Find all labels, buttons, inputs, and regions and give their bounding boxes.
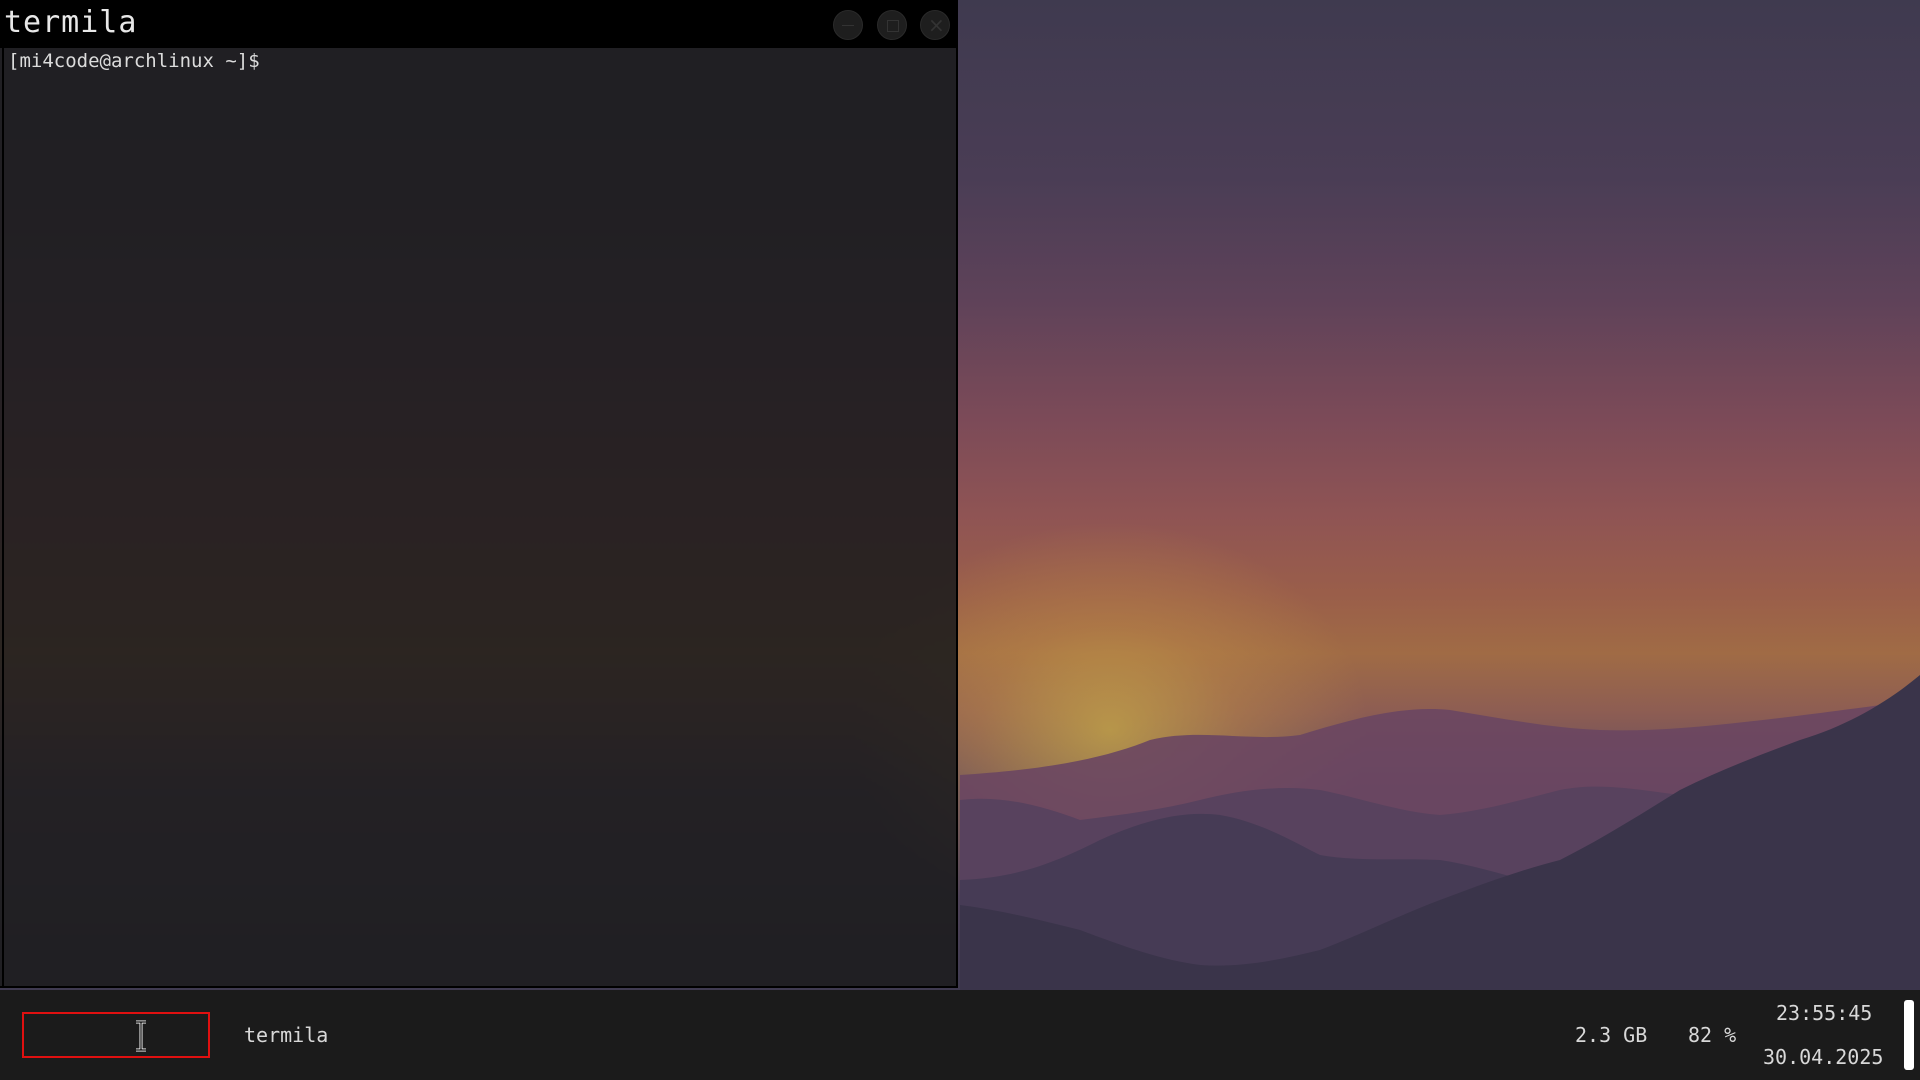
panel-edge-indicator[interactable] (1904, 1000, 1914, 1070)
battery-level: 82 % (1688, 1023, 1737, 1047)
minimize-icon[interactable] (833, 10, 863, 40)
close-icon[interactable] (920, 10, 950, 40)
terminal-output[interactable]: [mi4code@archlinux ~]$ (2, 48, 956, 986)
memory-usage: 2.3 GB (1575, 1023, 1648, 1047)
window-titlebar[interactable]: termila (0, 0, 958, 48)
terminal-window[interactable]: termila [mi4code@archlinux ~]$ (0, 0, 958, 988)
taskbar-item-termila[interactable]: termila (244, 1022, 328, 1048)
shell-prompt: [mi4code@archlinux ~]$ (8, 50, 260, 72)
taskbar: termila 2.3 GB 82 % 23:55:45 30.04.2025 (0, 990, 1920, 1080)
window-title: termila (4, 5, 138, 40)
launcher-input[interactable] (22, 1012, 210, 1058)
clock-date: 30.04.2025 (1763, 1045, 1884, 1069)
clock-time: 23:55:45 (1776, 1001, 1873, 1025)
maximize-icon[interactable] (877, 10, 907, 40)
